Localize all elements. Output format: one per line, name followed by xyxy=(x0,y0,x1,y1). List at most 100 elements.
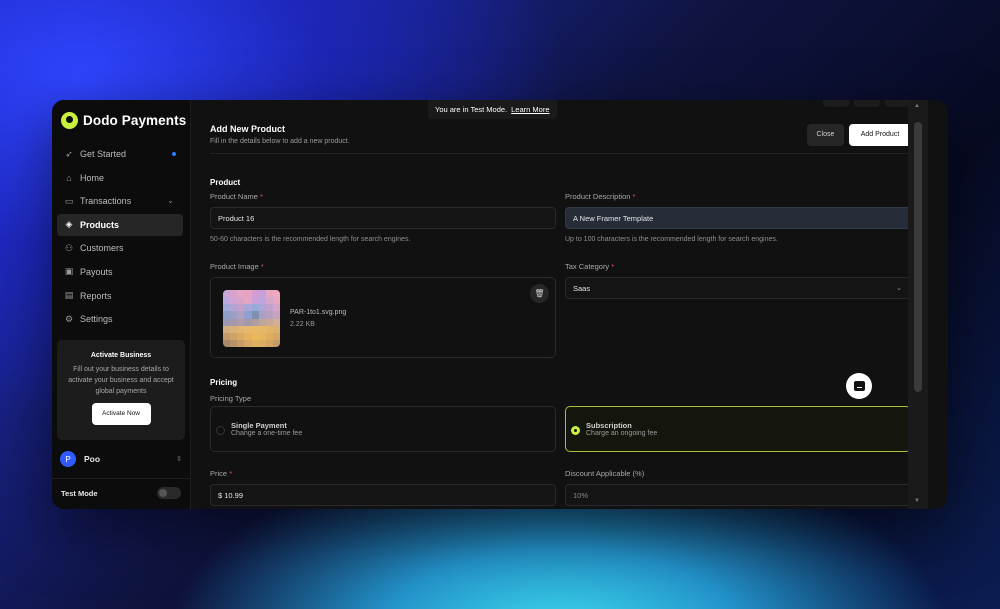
chevron-down-icon[interactable]: ⌄ xyxy=(167,196,174,205)
label-text: Product Image xyxy=(210,262,259,271)
toolbar-button[interactable] xyxy=(823,100,849,107)
product-image-label: Product Image * xyxy=(210,262,264,271)
scroll-up-icon[interactable]: ▲ xyxy=(914,103,920,109)
section-product-title: Product xyxy=(210,178,241,187)
tax-category-select[interactable]: Saas ⌄ xyxy=(565,277,911,299)
sidebar-item-customers[interactable]: ⚇ Customers xyxy=(57,237,183,259)
learn-more-link[interactable]: Learn More xyxy=(511,105,549,114)
sidebar-item-label: Home xyxy=(80,172,105,183)
product-name-input[interactable]: Product 16 xyxy=(210,207,556,229)
sidebar-item-products[interactable]: ◈ Products xyxy=(57,213,183,236)
image-file-name: PAR-1to1.svg.png xyxy=(290,309,347,316)
test-mode-row: Test Mode xyxy=(61,486,181,500)
product-name-label: Product Name * xyxy=(210,192,263,201)
sidebar-item-settings[interactable]: ⚙ Settings xyxy=(57,308,183,330)
required-mark: * xyxy=(260,192,263,201)
price-label: Price * xyxy=(210,469,232,478)
activate-now-button[interactable]: Activate Now xyxy=(91,403,151,425)
image-file-size: 2.22 KB xyxy=(290,321,315,328)
gear-icon: ⚙ xyxy=(64,313,74,324)
sidebar-item-home[interactable]: ⌂ Home xyxy=(57,167,183,189)
product-name-hint: 50-60 characters is the recommended leng… xyxy=(210,236,411,243)
label-text: Product Description xyxy=(565,192,631,201)
avatar: P xyxy=(60,451,76,467)
sidebar-item-label: Settings xyxy=(80,314,113,325)
product-description-input[interactable]: A New Framer Template xyxy=(565,207,911,229)
product-image-upload[interactable]: PAR-1to1.svg.png 2.22 KB 🗑 xyxy=(210,277,556,358)
sidebar-nav: ➶ Get Started ⌂ Home ▭ Transactions ⌄ ◈ … xyxy=(57,143,183,332)
select-value: Saas xyxy=(573,283,591,293)
scrollbar-thumb[interactable] xyxy=(914,122,922,392)
discount-label: Discount Applicable (%) xyxy=(565,469,645,478)
test-mode-banner: You are in Test Mode. Learn More xyxy=(428,100,557,119)
option-title: Single Payment xyxy=(231,421,287,430)
dodo-logo-icon xyxy=(61,112,78,129)
sidebar-item-reports[interactable]: ▤ Reports xyxy=(57,285,183,307)
product-description-label: Product Description * xyxy=(565,192,635,201)
chevron-down-icon: ⌄ xyxy=(896,285,902,292)
main-content: You are in Test Mode. Learn More Add New… xyxy=(192,100,928,509)
sidebar-item-label: Reports xyxy=(80,290,112,301)
divider xyxy=(52,478,191,479)
pricing-type-label: Pricing Type xyxy=(210,394,252,403)
label-text: Price xyxy=(210,469,228,478)
tax-category-label: Tax Category * xyxy=(565,262,614,271)
delete-image-button[interactable]: 🗑 xyxy=(530,284,549,303)
report-icon: ▤ xyxy=(64,290,74,301)
sidebar-item-label: Payouts xyxy=(80,266,113,277)
app-window: Dodo Payments ➶ Get Started ⌂ Home ▭ Tra… xyxy=(52,100,948,509)
sidebar: Dodo Payments ➶ Get Started ⌂ Home ▭ Tra… xyxy=(52,100,191,509)
price-input[interactable]: $ 10.99 xyxy=(210,484,556,506)
option-title: Subscription xyxy=(586,421,632,430)
toolbar-button[interactable] xyxy=(854,100,880,107)
chat-icon xyxy=(853,381,865,391)
scroll-down-icon[interactable]: ▼ xyxy=(914,498,920,504)
activate-business-card: Activate Business Fill out your business… xyxy=(57,340,185,440)
home-icon: ⌂ xyxy=(66,172,72,183)
account-switcher[interactable]: P Poo ⇳ xyxy=(60,450,182,468)
sidebar-item-get-started[interactable]: ➶ Get Started xyxy=(57,143,183,165)
close-button[interactable]: Close xyxy=(807,124,844,146)
scrollbar[interactable]: ▲ ▼ xyxy=(908,100,928,509)
brand[interactable]: Dodo Payments xyxy=(61,112,186,129)
page-subtitle: Fill in the details below to add a new p… xyxy=(210,138,350,145)
required-mark: * xyxy=(229,469,233,478)
page-title: Add New Product xyxy=(210,124,286,134)
required-mark: * xyxy=(260,262,264,271)
sidebar-item-payouts[interactable]: ▣ Payouts xyxy=(57,261,183,283)
option-subtitle: Charge an ongoing fee xyxy=(586,430,658,437)
add-product-button[interactable]: Add Product xyxy=(849,124,911,146)
chevron-updown-icon: ⇳ xyxy=(176,456,182,463)
activate-title: Activate Business xyxy=(90,352,152,359)
required-mark: * xyxy=(611,262,615,271)
divider xyxy=(210,153,911,154)
notification-dot xyxy=(172,152,176,156)
test-mode-toggle[interactable] xyxy=(157,487,181,499)
required-mark: * xyxy=(632,192,636,201)
card-icon: ▭ xyxy=(64,195,74,206)
chat-support-button[interactable] xyxy=(846,373,872,399)
discount-input[interactable]: 10% xyxy=(565,484,911,506)
banner-text: You are in Test Mode. xyxy=(435,105,508,114)
label-text: Product Name xyxy=(210,192,258,201)
user-name: Poo xyxy=(84,454,101,464)
rocket-icon: ➶ xyxy=(65,148,73,159)
pricing-option-subscription[interactable]: Subscription Charge an ongoing fee xyxy=(565,406,911,452)
sidebar-item-label: Products xyxy=(80,219,120,230)
wallet-icon: ▣ xyxy=(64,266,74,277)
sidebar-item-transactions[interactable]: ▭ Transactions ⌄ xyxy=(57,190,183,212)
brand-name: Dodo Payments xyxy=(83,113,187,128)
section-pricing-title: Pricing xyxy=(210,378,238,387)
box-icon: ◈ xyxy=(65,219,73,230)
pricing-option-single-payment[interactable]: Single Payment Change a one-time fee xyxy=(210,406,556,452)
radio-button[interactable] xyxy=(571,426,580,435)
activate-text: Fill out your business details to activa… xyxy=(68,366,174,395)
sidebar-item-label: Customers xyxy=(80,243,124,254)
sidebar-item-label: Transactions xyxy=(80,196,132,207)
test-mode-label: Test Mode xyxy=(61,488,98,498)
trash-icon: 🗑 xyxy=(534,289,545,298)
product-description-hint: Up to 100 characters is the recommended … xyxy=(565,236,778,243)
label-text: Tax Category xyxy=(565,262,610,271)
radio-button[interactable] xyxy=(216,426,225,435)
option-subtitle: Change a one-time fee xyxy=(231,430,303,437)
